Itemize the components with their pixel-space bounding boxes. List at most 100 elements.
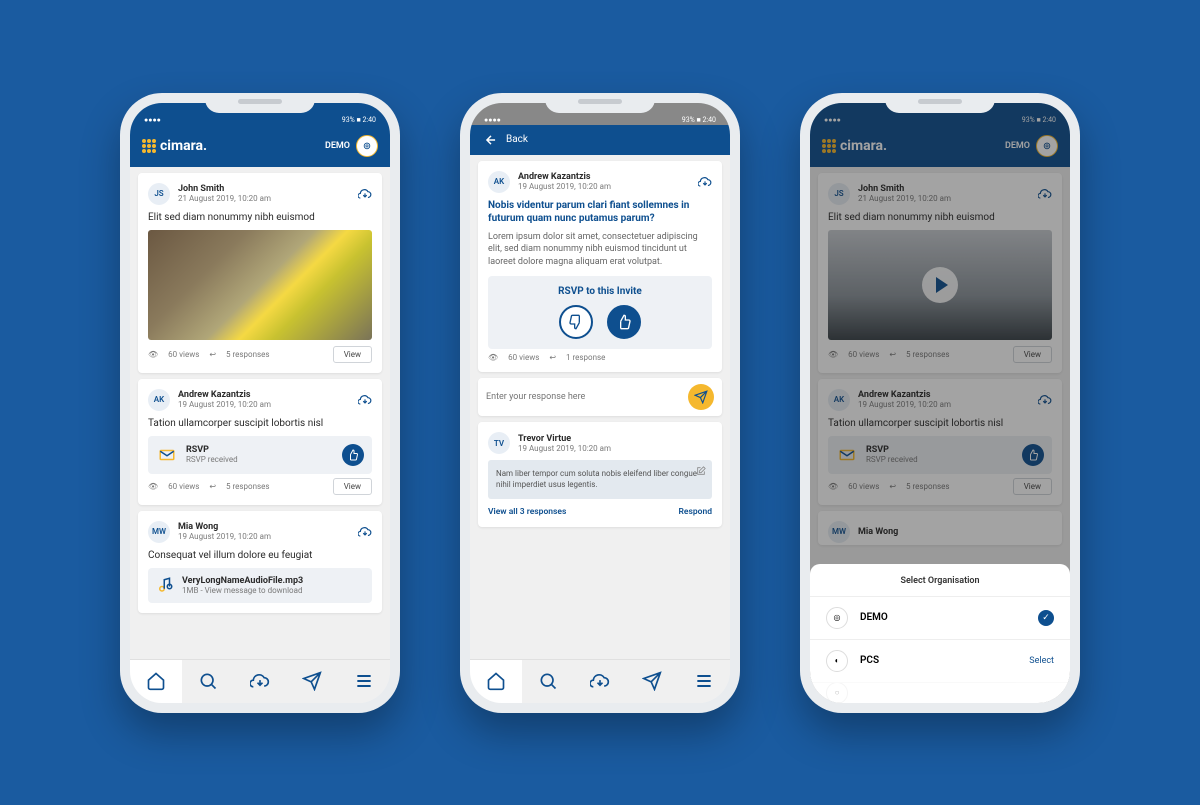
rsvp-no-button[interactable] [559,305,593,339]
org-name: PCS [860,655,1017,666]
nav-send[interactable] [626,660,678,703]
check-icon: ✓ [1038,610,1054,626]
post-title: Tation ullamcorper suscipit lobortis nis… [148,417,372,430]
rsvp-label: RSVP [186,445,334,455]
nav-send[interactable] [286,660,338,703]
reply-icon: ↩ [549,353,556,362]
post-date: 21 August 2019, 10:20 am [178,194,350,203]
logo-icon [142,139,156,153]
post-date: 19 August 2019, 10:20 am [518,182,690,191]
avatar-icon: ◎ [356,135,378,157]
org-avatar-icon: ◐ [826,650,848,672]
nav-home[interactable] [470,660,522,703]
post-date: 19 August 2019, 10:20 am [178,400,350,409]
select-link[interactable]: Select [1029,656,1054,666]
nav-cloud[interactable] [574,660,626,703]
thumbs-up-icon[interactable] [342,444,364,466]
author-name: John Smith [178,184,350,194]
org-avatar-icon: ○ [826,682,848,703]
response-input[interactable] [486,392,688,402]
sheet-title: Select Organisation [810,576,1070,596]
send-icon [694,390,708,404]
edit-icon[interactable] [696,466,706,476]
rsvp-yes-button[interactable] [607,305,641,339]
cloud-download-icon[interactable] [358,393,372,407]
avatar-initials: TV [488,432,510,454]
org-row[interactable]: ◎ DEMO ✓ [810,596,1070,639]
eye-icon: 👁 [148,350,158,359]
rsvp-panel-title: RSVP to this Invite [498,286,702,297]
avatar-initials: AK [148,389,170,411]
post-date: 19 August 2019, 10:20 am [178,532,350,541]
send-button[interactable] [688,384,714,410]
nav-menu[interactable] [678,660,730,703]
back-button[interactable]: Back [470,125,730,155]
views-count: 60 views [168,482,199,491]
nav-home[interactable] [130,660,182,703]
audio-file-icon [156,576,174,594]
cloud-download-icon[interactable] [698,175,712,189]
responses-count: 5 responses [226,482,269,491]
post-date: 19 August 2019, 10:20 am [518,444,712,453]
notch [205,93,315,113]
author-name: Andrew Kazantzis [518,172,690,182]
phone-detail: ●●●●93% ■ 2:40 Back AK Andrew Kazantzis … [460,93,740,713]
nav-cloud[interactable] [234,660,286,703]
view-button[interactable]: View [333,478,372,495]
thumbs-up-icon [616,314,632,330]
phone-feed: ●●●●93% ■ 2:40 cimara. DEMO ◎ JS John Sm… [120,93,400,713]
org-row[interactable]: ◐ PCS Select [810,639,1070,682]
views-count: 60 views [508,353,539,362]
post-body: Lorem ipsum dolor sit amet, consectetuer… [488,231,712,269]
post-card[interactable]: AK Andrew Kazantzis 19 August 2019, 10:2… [138,379,382,505]
responses-count: 1 response [566,353,605,362]
reply-icon: ↩ [209,482,216,491]
response-input-row [478,378,722,416]
avatar-initials: AK [488,171,510,193]
org-avatar-icon: ◎ [826,607,848,629]
arrow-left-icon [484,133,498,147]
respond-link[interactable]: Respond [679,507,712,517]
org-badge[interactable]: DEMO ◎ [325,135,378,157]
view-all-link[interactable]: View all 3 responses [488,507,566,517]
author-name: Andrew Kazantzis [178,390,350,400]
envelope-icon [156,444,178,466]
org-name: DEMO [860,612,1026,623]
rsvp-status: RSVP received [186,455,334,464]
views-count: 60 views [168,350,199,359]
nav-search[interactable] [182,660,234,703]
response-text: Nam liber tempor cum soluta nobis eleife… [488,460,712,498]
avatar-initials: JS [148,183,170,205]
file-attachment[interactable]: VeryLongNameAudioFile.mp3 1MB - View mes… [148,568,372,603]
post-title: Elit sed diam nonummy nibh euismod [148,211,372,224]
rsvp-box: RSVP RSVP received [148,436,372,474]
post-title: Consequat vel illum dolore eu feugiat [148,549,372,562]
nav-search[interactable] [522,660,574,703]
view-button[interactable]: View [333,346,372,363]
author-name: Trevor Virtue [518,434,712,444]
post-card[interactable]: MW Mia Wong 19 August 2019, 10:20 am Con… [138,511,382,613]
post-card[interactable]: JS John Smith 21 August 2019, 10:20 am E… [138,173,382,373]
post-title: Nobis videntur parum clari fiant sollemn… [488,199,712,225]
notch [545,93,655,113]
author-name: Mia Wong [178,522,350,532]
phone-org-select: ●●●●93% ■ 2:40 cimara. DEMO ◎ JS John Sm… [800,93,1080,713]
bottom-nav [130,659,390,703]
responses-count: 5 responses [226,350,269,359]
bottom-nav [470,659,730,703]
eye-icon: 👁 [148,482,158,491]
org-sheet: Select Organisation ◎ DEMO ✓ ◐ PCS Selec… [810,564,1070,703]
response-card: TV Trevor Virtue 19 August 2019, 10:20 a… [478,422,722,526]
org-row[interactable]: ○ [810,682,1070,703]
nav-menu[interactable] [338,660,390,703]
post-image[interactable] [148,230,372,340]
cloud-download-icon[interactable] [358,525,372,539]
reply-icon: ↩ [209,350,216,359]
post-card: AK Andrew Kazantzis 19 August 2019, 10:2… [478,161,722,373]
notch [885,93,995,113]
eye-icon: 👁 [488,353,498,362]
thumbs-down-icon [568,314,584,330]
rsvp-panel: RSVP to this Invite [488,276,712,349]
cloud-download-icon[interactable] [358,187,372,201]
app-header: cimara. DEMO ◎ [130,125,390,167]
